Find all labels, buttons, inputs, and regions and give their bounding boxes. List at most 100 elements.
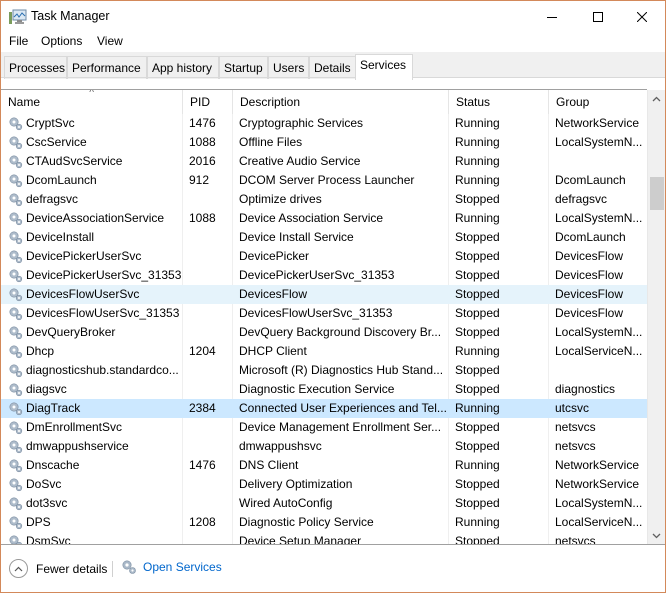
service-name: DeviceInstall <box>26 230 95 244</box>
column-header-description[interactable]: Description <box>233 90 449 114</box>
tab-performance[interactable]: Performance <box>67 56 147 79</box>
close-icon <box>637 11 647 22</box>
service-gear-icon <box>8 325 23 340</box>
footer-divider <box>112 561 113 577</box>
open-services-link[interactable]: Open Services <box>121 559 222 575</box>
service-status: Running <box>455 173 500 187</box>
title-bar[interactable]: Task Manager <box>1 1 665 32</box>
service-status: Stopped <box>455 325 500 339</box>
service-description: Device Setup Manager <box>239 534 362 544</box>
service-gear-icon <box>8 420 23 435</box>
service-status: Stopped <box>455 420 500 434</box>
chevron-up-circle-icon <box>9 559 28 578</box>
service-name: DevQueryBroker <box>26 325 116 339</box>
service-status: Stopped <box>455 268 500 282</box>
minimize-button[interactable] <box>529 1 575 32</box>
service-group: netsvcs <box>555 439 596 453</box>
table-row[interactable]: DeviceInstall Device Install Service Stopp… <box>1 228 647 247</box>
service-status: Running <box>455 401 500 415</box>
service-description: DevicesFlowUserSvc_31353 <box>239 306 393 320</box>
maximize-button[interactable] <box>575 1 621 32</box>
service-name: DoSvc <box>26 477 62 491</box>
service-group: DcomLaunch <box>555 173 626 187</box>
service-gear-icon <box>8 116 23 131</box>
service-name: Dnscache <box>26 458 80 472</box>
table-row[interactable]: defragsvc Optimize drives Stopped defragsvc <box>1 190 647 209</box>
tab-users[interactable]: Users <box>268 56 309 79</box>
column-header-pid[interactable]: PID <box>183 90 233 114</box>
column-header-group[interactable]: Group <box>549 90 647 114</box>
service-status: Running <box>455 154 500 168</box>
close-button[interactable] <box>619 1 665 32</box>
table-row[interactable]: DevicePickerUserSvc DevicePicker Stopped De… <box>1 247 647 266</box>
table-row[interactable]: Dhcp 1204 DHCP Client Running LocalServiceN.… <box>1 342 647 361</box>
table-row[interactable]: diagsvc Diagnostic Execution Service Stopp… <box>1 380 647 399</box>
service-gear-icon <box>8 477 23 492</box>
service-name: diagnosticshub.standardco... <box>26 363 179 377</box>
tab-services[interactable]: Services <box>355 54 413 80</box>
table-row[interactable]: Dnscache 1476 DNS Client Running NetworkServ… <box>1 456 647 475</box>
table-row[interactable]: DeviceAssociationService 1088 Device Assoc… <box>1 209 647 228</box>
service-gear-icon <box>8 306 23 321</box>
table-row[interactable]: DevicesFlowUserSvc_31353 DevicesFlowUserS… <box>1 304 647 323</box>
service-name: DiagTrack <box>26 401 81 415</box>
tab-details[interactable]: Details <box>309 56 356 79</box>
table-row[interactable]: DevicePickerUserSvc_31353 DevicePickerUse… <box>1 266 647 285</box>
service-description: DNS Client <box>239 458 299 472</box>
service-gear-icon <box>8 439 23 454</box>
table-row[interactable]: dot3svc Wired AutoConfig Stopped LocalSyste… <box>1 494 647 513</box>
tab-app-history[interactable]: App history <box>147 56 219 79</box>
table-row[interactable]: CscService 1088 Offline Files Running LocalS… <box>1 133 647 152</box>
service-pid: 1208 <box>189 515 216 529</box>
table-row[interactable]: dmwappushservice dmwappushsvc Stopped netsv… <box>1 437 647 456</box>
chevron-down-icon <box>652 533 661 538</box>
column-header-status[interactable]: Status <box>449 90 549 114</box>
service-gear-icon <box>8 534 23 544</box>
service-description: DevicePicker <box>239 249 310 263</box>
service-description: Diagnostic Execution Service <box>239 382 395 396</box>
tab-startup[interactable]: Startup <box>219 56 268 79</box>
service-status: Stopped <box>455 439 500 453</box>
service-gear-icon <box>8 496 23 511</box>
column-header-name[interactable]: Name <box>1 90 183 114</box>
service-group: DevicesFlow <box>555 268 624 282</box>
service-group: DevicesFlow <box>555 287 624 301</box>
service-status: Running <box>455 116 500 130</box>
column-header-group-label: Group <box>556 95 590 109</box>
table-row[interactable]: DoSvc Delivery Optimization Stopped Network… <box>1 475 647 494</box>
service-group: LocalServiceN... <box>555 344 643 358</box>
scroll-up-button[interactable] <box>648 90 665 107</box>
vertical-scrollbar[interactable] <box>647 90 665 544</box>
scroll-down-button[interactable] <box>648 527 665 544</box>
table-row[interactable]: DiagTrack 2384 Connected User Experiences … <box>1 399 647 418</box>
menu-options[interactable]: Options <box>41 34 82 48</box>
tab-processes[interactable]: Processes <box>4 56 67 79</box>
table-row[interactable]: CTAudSvcService 2016 Creative Audio Servic… <box>1 152 647 171</box>
table-row[interactable]: CryptSvc 1476 Cryptographic Services Runnin… <box>1 114 647 133</box>
table-row[interactable]: DmEnrollmentSvc Device Management Enrollm… <box>1 418 647 437</box>
service-gear-icon <box>8 249 23 264</box>
table-row[interactable]: DevQueryBroker DevQuery Background Discov… <box>1 323 647 342</box>
service-status: Stopped <box>455 249 500 263</box>
service-group: defragsvc <box>555 192 608 206</box>
scrollbar-thumb[interactable] <box>650 177 664 210</box>
service-group: DevicesFlow <box>555 306 624 320</box>
service-group: DcomLaunch <box>555 230 626 244</box>
service-gear-icon <box>8 268 23 283</box>
service-name: DevicesFlowUserSvc <box>26 287 140 301</box>
table-row[interactable]: DPS 1208 Diagnostic Policy Service Running L… <box>1 513 647 532</box>
service-status: Running <box>455 135 500 149</box>
service-gear-icon <box>8 401 23 416</box>
service-gear-icon <box>8 382 23 397</box>
maximize-icon <box>593 11 603 22</box>
fewer-details-button[interactable]: Fewer details <box>9 559 107 578</box>
menu-view[interactable]: View <box>97 34 123 48</box>
menu-file[interactable]: File <box>9 34 28 48</box>
service-group: netsvcs <box>555 534 596 544</box>
table-row[interactable]: DsmSvc Device Setup Manager Stopped netsvcs <box>1 532 647 544</box>
table-row[interactable]: diagnosticshub.standardco... Microsoft (R… <box>1 361 647 380</box>
table-row[interactable]: DcomLaunch 912 DCOM Server Process Launche… <box>1 171 647 190</box>
service-name: CTAudSvcService <box>26 154 123 168</box>
service-name: dmwappushservice <box>26 439 129 453</box>
table-row[interactable]: DevicesFlowUserSvc DevicesFlow Stopped Devi… <box>1 285 647 304</box>
